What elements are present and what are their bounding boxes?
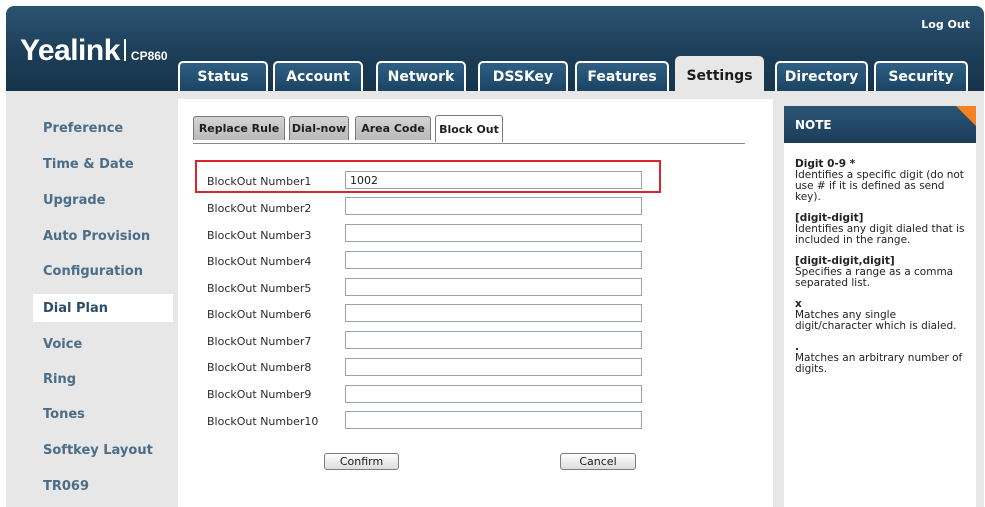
blockout-label-6: BlockOut Number6 xyxy=(207,308,312,321)
note-entry: x Matches any single digit/character whi… xyxy=(795,299,973,332)
note-title: NOTE xyxy=(795,117,832,132)
note-desc: Identifies a specific digit (do not use … xyxy=(795,169,964,203)
blockout-label-7: BlockOut Number7 xyxy=(207,335,312,348)
blockout-number3-input[interactable] xyxy=(345,224,642,242)
blockout-label-10: BlockOut Number10 xyxy=(207,415,319,428)
cancel-button[interactable]: Cancel xyxy=(560,453,636,470)
subtab-block-out[interactable]: Block Out xyxy=(435,115,503,142)
subtab-divider xyxy=(193,143,745,144)
tab-directory[interactable]: Directory xyxy=(775,61,868,91)
sidebar-item-softkey-layout[interactable]: Softkey Layout xyxy=(33,436,173,464)
note-entry: Digit 0-9 * Identifies a specific digit … xyxy=(795,159,973,203)
tab-network[interactable]: Network xyxy=(376,61,466,91)
highlight-box xyxy=(195,160,661,193)
blockout-number6-input[interactable] xyxy=(345,304,642,322)
note-body: Digit 0-9 * Identifies a specific digit … xyxy=(795,159,973,385)
sidebar-item-configuration[interactable]: Configuration xyxy=(33,257,173,285)
tab-status[interactable]: Status xyxy=(178,61,268,91)
blockout-number7-input[interactable] xyxy=(345,331,642,349)
blockout-number9-input[interactable] xyxy=(345,385,642,403)
blockout-label-4: BlockOut Number4 xyxy=(207,255,312,268)
blockout-label-8: BlockOut Number8 xyxy=(207,361,312,374)
logo-separator xyxy=(123,39,126,61)
note-panel: NOTE Digit 0-9 * Identifies a specific d… xyxy=(784,106,976,507)
tab-features[interactable]: Features xyxy=(575,61,669,91)
note-desc: Specifies a range as a comma separated l… xyxy=(795,266,954,289)
logout-link[interactable]: Log Out xyxy=(921,18,970,31)
sidebar-item-preference[interactable]: Preference xyxy=(33,114,173,142)
blockout-number5-input[interactable] xyxy=(345,278,642,296)
brand-name: Yealink xyxy=(20,34,120,67)
blockout-label-5: BlockOut Number5 xyxy=(207,282,312,295)
sidebar-item-upgrade[interactable]: Upgrade xyxy=(33,186,173,214)
subtab-replace-rule[interactable]: Replace Rule xyxy=(193,116,285,140)
note-desc: Matches an arbitrary number of digits. xyxy=(795,352,963,375)
note-entry: [digit-digit] Identifies any digit diale… xyxy=(795,213,973,246)
blockout-number8-input[interactable] xyxy=(345,358,642,376)
blockout-label-2: BlockOut Number2 xyxy=(207,202,312,215)
yealink-logo: Yealink CP860 xyxy=(20,34,168,68)
sidebar-item-tr069[interactable]: TR069 xyxy=(33,472,173,500)
blockout-number2-input[interactable] xyxy=(345,197,642,215)
model-name: CP860 xyxy=(130,49,168,63)
confirm-button[interactable]: Confirm xyxy=(324,453,399,470)
tab-settings[interactable]: Settings xyxy=(675,56,764,93)
sidebar-item-auto-provision[interactable]: Auto Provision xyxy=(33,222,173,250)
sidebar-item-dial-plan[interactable]: Dial Plan xyxy=(33,294,173,322)
note-desc: Matches any single digit/character which… xyxy=(795,309,957,332)
blockout-number4-input[interactable] xyxy=(345,251,642,269)
blockout-label-3: BlockOut Number3 xyxy=(207,229,312,242)
note-corner-icon xyxy=(956,106,976,126)
note-header: NOTE xyxy=(784,106,976,143)
blockout-label-9: BlockOut Number9 xyxy=(207,388,312,401)
subtab-dial-now[interactable]: Dial-now xyxy=(289,116,349,140)
note-desc: Identifies any digit dialed that is incl… xyxy=(795,223,965,246)
note-entry: [digit-digit,digit] Specifies a range as… xyxy=(795,256,973,289)
tab-dsskey[interactable]: DSSKey xyxy=(478,61,568,91)
note-entry: . Matches an arbitrary number of digits. xyxy=(795,342,973,375)
sidebar-item-time-date[interactable]: Time & Date xyxy=(33,150,173,178)
subtab-area-code[interactable]: Area Code xyxy=(355,116,431,140)
tab-security[interactable]: Security xyxy=(874,61,968,91)
blockout-number10-input[interactable] xyxy=(345,411,642,429)
tab-account[interactable]: Account xyxy=(273,61,363,91)
sidebar-item-ring[interactable]: Ring xyxy=(33,365,173,393)
sidebar-item-tones[interactable]: Tones xyxy=(33,400,173,428)
sidebar-item-voice[interactable]: Voice xyxy=(33,330,173,358)
